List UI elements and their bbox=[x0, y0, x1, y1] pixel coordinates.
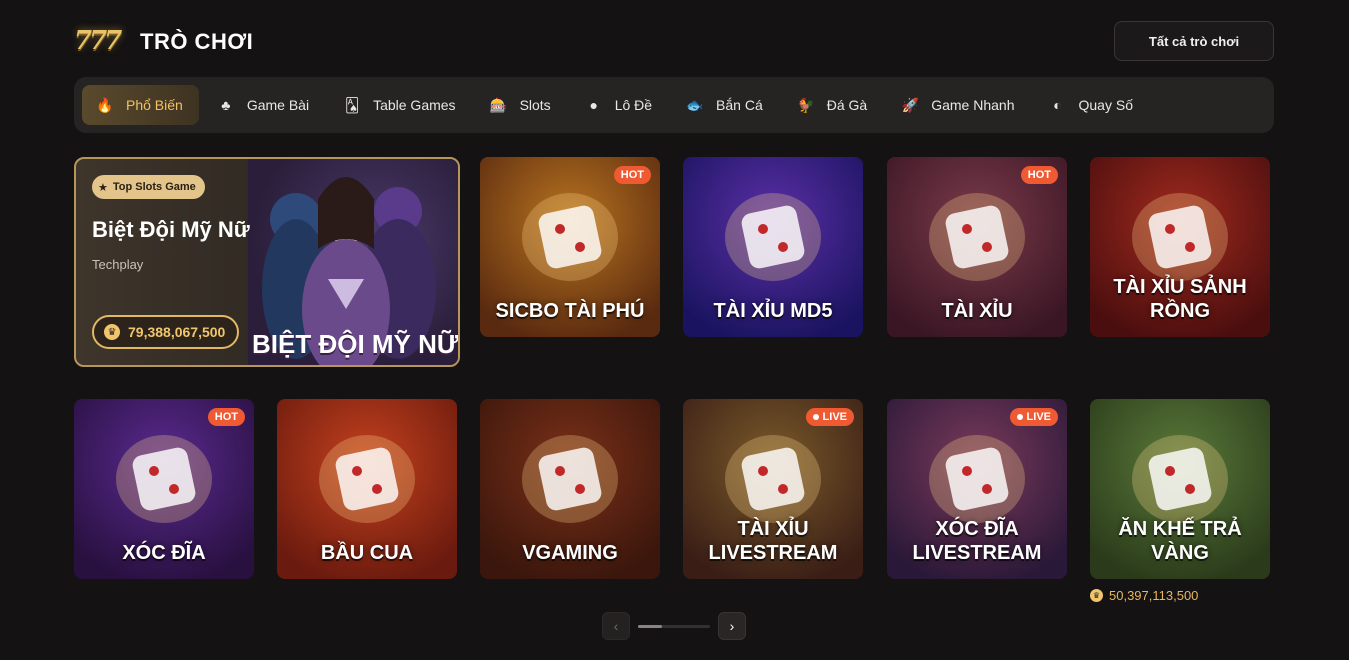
top-slots-tag-label: Top Slots Game bbox=[112, 181, 196, 193]
live-dot-icon bbox=[1016, 414, 1023, 420]
pager-scrollbar[interactable] bbox=[638, 625, 710, 628]
featured-game-card[interactable]: ★ Top Slots Game Biệt Đội Mỹ Nữ Techplay… bbox=[74, 157, 460, 367]
table-games-icon: 🂡 bbox=[344, 96, 360, 113]
tab-5[interactable]: 🐟 Bắn Cá bbox=[672, 85, 779, 125]
featured-jackpot-value: 79,388,067,500 bbox=[128, 324, 226, 340]
tab-0[interactable]: 🔥 Phổ Biến bbox=[82, 85, 199, 125]
crown-icon: ♛ bbox=[1090, 589, 1103, 602]
tab-label: Lô Đề bbox=[614, 97, 653, 113]
game-jackpot: ♛ 50,397,113,500 bbox=[1090, 588, 1198, 603]
tab-7[interactable]: 🚀 Game Nhanh bbox=[887, 85, 1030, 125]
tab-label: Phổ Biến bbox=[126, 97, 183, 113]
pager-prev-button[interactable]: ‹ bbox=[602, 612, 630, 640]
tab-4[interactable]: ● Lô Đề bbox=[571, 85, 668, 125]
tab-label: Game Bài bbox=[246, 97, 310, 113]
tab-label: Game Nhanh bbox=[931, 97, 1015, 113]
tab-2[interactable]: 🂡 Table Games bbox=[329, 85, 471, 125]
tab-label: Quay Số bbox=[1078, 97, 1133, 113]
lottery-ball-icon: ● bbox=[589, 97, 598, 113]
featured-game-title: Biệt Đội Mỹ Nữ bbox=[92, 217, 250, 242]
page-title: TRÒ CHƠI bbox=[140, 29, 254, 54]
pager-next-button[interactable]: › bbox=[718, 612, 746, 640]
badge-label: HOT bbox=[214, 411, 238, 423]
category-tabs: 🔥 Phổ Biến ♣ Game Bài 🂡 Table Games 🎰 Slots ● Lô … bbox=[74, 77, 1274, 133]
wheel-icon: ◐ bbox=[1053, 97, 1062, 113]
tab-1[interactable]: ♣ Game Bài bbox=[203, 85, 325, 125]
game-name: TÀI XỈU bbox=[941, 300, 1013, 322]
tab-6[interactable]: 🐓 Đá Gà bbox=[783, 85, 883, 125]
rooster-icon: 🐓 bbox=[797, 96, 815, 113]
live-badge: LIVE bbox=[805, 408, 854, 426]
live-badge: LIVE bbox=[1009, 408, 1058, 426]
tab-8[interactable]: ◐ Quay Số bbox=[1035, 85, 1149, 125]
featured-jackpot: ♛ 79,388,067,500 bbox=[92, 315, 240, 349]
game-name: XÓC ĐĨA bbox=[122, 542, 206, 564]
badge-label: HOT bbox=[1027, 169, 1051, 181]
fish-icon: 🐟 bbox=[686, 96, 704, 113]
game-card[interactable]: LIVE XÓC ĐĨA LIVESTREAM bbox=[887, 399, 1067, 579]
game-card[interactable]: LIVE TÀI XỈU LIVESTREAM bbox=[683, 399, 863, 579]
crown-icon: ♛ bbox=[104, 324, 120, 340]
game-card[interactable]: HOT TÀI XỈU bbox=[887, 157, 1067, 337]
game-name: SICBO TÀI PHÚ bbox=[495, 300, 645, 322]
badge-label: LIVE bbox=[822, 411, 847, 423]
game-card[interactable]: BẦU CUA bbox=[277, 399, 457, 579]
featured-game-banner: BIỆT ĐỘI MỸ NỮ bbox=[252, 329, 459, 359]
all-games-button[interactable]: Tất cả trò chơi bbox=[1114, 21, 1274, 61]
star-icon: ★ bbox=[98, 181, 108, 194]
hot-badge: HOT bbox=[613, 166, 651, 184]
tab-3[interactable]: 🎰 Slots bbox=[476, 85, 567, 125]
tab-label: Slots bbox=[519, 97, 551, 113]
game-name: BẦU CUA bbox=[320, 542, 414, 564]
game-name: TÀI XỈU SẢNH RỒNG bbox=[1113, 276, 1247, 322]
game-card[interactable]: TÀI XỈU SẢNH RỒNG bbox=[1090, 157, 1270, 337]
game-jackpot-value: 50,397,113,500 bbox=[1109, 588, 1199, 603]
game-name: ĂN KHẾ TRẢ VÀNG bbox=[1118, 518, 1242, 564]
slot-machine-icon: 🎰 bbox=[489, 96, 508, 113]
badge-label: LIVE bbox=[1026, 411, 1051, 423]
flame-icon: 🔥 bbox=[96, 96, 114, 113]
lucky-777-icon: 777 bbox=[74, 26, 122, 56]
section-header: 777 TRÒ CHƠI Tất cả trò chơi bbox=[74, 20, 1274, 64]
game-card[interactable]: HOT XÓC ĐĨA bbox=[74, 399, 254, 579]
game-card[interactable]: ĂN KHẾ TRẢ VÀNG bbox=[1090, 399, 1270, 579]
tab-label: Bắn Cá bbox=[716, 97, 763, 113]
featured-game-provider: Techplay bbox=[92, 257, 144, 272]
game-name: TÀI XỈU MD5 bbox=[713, 300, 833, 322]
hot-badge: HOT bbox=[207, 408, 245, 426]
rocket-icon: 🚀 bbox=[901, 96, 919, 113]
game-card[interactable]: HOT SICBO TÀI PHÚ bbox=[480, 157, 660, 337]
tab-label: Table Games bbox=[373, 97, 456, 113]
game-card[interactable]: TÀI XỈU MD5 bbox=[683, 157, 863, 337]
hot-badge: HOT bbox=[1020, 166, 1058, 184]
pager-scrollbar-thumb[interactable] bbox=[638, 625, 662, 628]
top-slots-tag: ★ Top Slots Game bbox=[92, 175, 205, 199]
game-card[interactable]: VGAMING bbox=[480, 399, 660, 579]
game-name: TÀI XỈU LIVESTREAM bbox=[708, 518, 838, 564]
game-name: VGAMING bbox=[522, 542, 618, 564]
cards-icon: ♣ bbox=[221, 97, 231, 113]
live-dot-icon bbox=[812, 414, 819, 420]
game-name: XÓC ĐĨA LIVESTREAM bbox=[912, 518, 1042, 564]
badge-label: HOT bbox=[620, 169, 644, 181]
tab-label: Đá Gà bbox=[826, 97, 868, 113]
